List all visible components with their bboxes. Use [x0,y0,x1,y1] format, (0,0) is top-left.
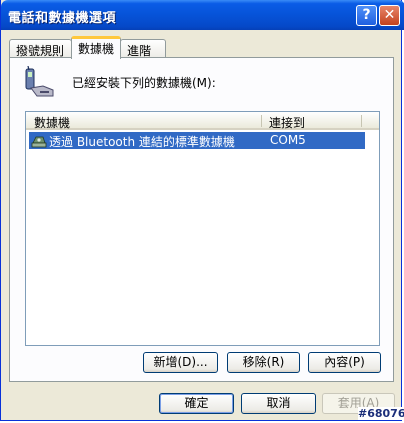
help-button[interactable]: ? [356,5,377,26]
dialog-window: 電話和數據機選項 ? ✕ 撥號規則 數據機 進階 已經安裝下列的數據機(M): … [0,0,404,421]
modem-name: 透過 Bluetooth 連結的標準數據機 [49,135,235,149]
cancel-button[interactable]: 取消 [241,393,316,414]
add-button[interactable]: 新增(D)... [143,352,218,373]
column-divider[interactable] [261,115,262,127]
column-divider[interactable] [361,115,362,127]
tab-dialing-rules[interactable]: 撥號規則 [9,39,72,58]
column-header-modem[interactable]: 數據機 [34,114,70,131]
phone-modem-icon [25,66,54,97]
modem-port: COM5 [270,133,306,147]
title-bar[interactable]: 電話和數據機選項 ? ✕ [1,0,404,30]
remove-button[interactable]: 移除(R) [227,352,300,373]
close-button[interactable]: ✕ [379,5,400,26]
properties-button[interactable]: 內容(P) [308,352,381,373]
list-header: 數據機 連接到 [26,112,379,130]
column-header-attached-to[interactable]: 連接到 [269,114,305,131]
modems-list[interactable]: 數據機 連接到 透過 Bluetooth 連結的標準數據機 COM5 [25,111,380,346]
installed-modems-label: 已經安裝下列的數據機(M): [72,76,216,90]
tab-modems[interactable]: 數據機 [71,36,121,59]
window-title: 電話和數據機選項 [8,11,117,26]
watermark-label: #68076 [358,407,404,420]
tab-advanced[interactable]: 進階 [120,39,166,58]
list-item[interactable]: 透過 Bluetooth 連結的標準數據機 COM5 [29,132,365,149]
modem-icon [31,136,47,148]
ok-button[interactable]: 確定 [159,393,234,414]
